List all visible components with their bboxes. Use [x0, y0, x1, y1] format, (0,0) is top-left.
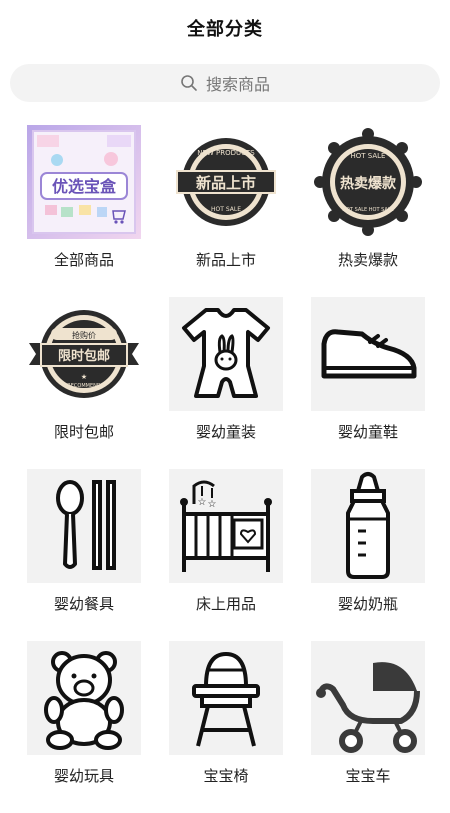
category-baby-toys[interactable]: 婴幼玩具 [13, 641, 155, 813]
preferred-treasure-box-image: 优选宝盒 [27, 125, 141, 239]
category-stroller[interactable]: 宝宝车 [297, 641, 439, 813]
category-baby-tableware[interactable]: 婴幼餐具 [13, 469, 155, 641]
hot-sale-badge-icon: HOT SALE 热卖爆款 HOT SALE HOT SALE [314, 128, 422, 236]
svg-text:☆: ☆ [208, 499, 217, 510]
category-tile[interactable] [311, 641, 425, 755]
category-label: 婴幼童装 [195, 423, 256, 441]
svg-text:热卖爆款: 热卖爆款 [340, 175, 397, 192]
new-products-badge-icon: NEW PRODUCTS 新品上市 HOT SALE [176, 138, 276, 226]
baby-bottle-icon [346, 472, 390, 579]
category-tile[interactable]: HOT SALE 热卖爆款 HOT SALE HOT SALE [311, 125, 425, 239]
svg-text:☆: ☆ [198, 497, 207, 508]
category-baby-shoes[interactable]: 婴幼童鞋 [297, 297, 439, 469]
svg-text:NEW PRODUCTS: NEW PRODUCTS [197, 149, 255, 157]
header: 全部分类 [0, 0, 450, 56]
category-tile[interactable] [311, 297, 425, 411]
category-label: 婴幼童鞋 [337, 423, 398, 441]
category-new-arrivals[interactable]: NEW PRODUCTS 新品上市 HOT SALE 新品上市 [155, 125, 297, 297]
category-tile[interactable] [311, 469, 425, 583]
category-label: 宝宝椅 [203, 767, 249, 785]
high-chair-icon [192, 652, 260, 747]
baby-romper-icon [182, 308, 270, 398]
category-free-shipping[interactable]: 抢购价 限时包邮 ★ RECOMMEND 限时包邮 [13, 297, 155, 469]
stroller-icon [316, 662, 420, 753]
category-tile[interactable] [27, 469, 141, 583]
category-grid: 优选宝盒 全部商品 NEW PRODUCTS 新品上市 HOT SALE 新品上… [0, 125, 450, 813]
svg-text:新品上市: 新品上市 [196, 174, 256, 192]
baby-shoe-icon [321, 329, 417, 379]
teddy-bear-icon [44, 651, 124, 750]
category-tile[interactable] [169, 641, 283, 755]
svg-text:优选宝盒: 优选宝盒 [52, 177, 117, 196]
svg-text:HOT SALE: HOT SALE [211, 206, 241, 213]
crib-icon: ☆ ☆ [180, 480, 272, 572]
search-icon [180, 74, 198, 92]
category-label: 限时包邮 [53, 423, 114, 441]
svg-text:RECOMMEND: RECOMMEND [67, 383, 101, 389]
page-title: 全部分类 [187, 19, 263, 40]
free-shipping-badge-icon: 抢购价 限时包邮 ★ RECOMMEND [29, 310, 139, 398]
category-hot-sale[interactable]: HOT SALE 热卖爆款 HOT SALE HOT SALE 热卖爆款 [297, 125, 439, 297]
svg-text:★: ★ [81, 373, 87, 381]
svg-text:限时包邮: 限时包邮 [58, 348, 110, 364]
svg-text:HOT SALE HOT SALE: HOT SALE HOT SALE [342, 207, 394, 213]
category-label: 热卖爆款 [337, 251, 398, 269]
svg-text:抢购价: 抢购价 [72, 330, 96, 340]
category-baby-chair[interactable]: 宝宝椅 [155, 641, 297, 813]
spoon-chopsticks-icon [56, 480, 116, 570]
category-label: 全部商品 [53, 251, 114, 269]
category-label: 婴幼玩具 [53, 767, 114, 785]
category-baby-clothing[interactable]: 婴幼童装 [155, 297, 297, 469]
search-bar-wrapper: 搜索商品 [0, 56, 450, 102]
category-baby-bottles[interactable]: 婴幼奶瓶 [297, 469, 439, 641]
search-input[interactable]: 搜索商品 [206, 71, 270, 95]
category-label: 床上用品 [195, 595, 256, 613]
category-tile[interactable] [27, 641, 141, 755]
category-label: 婴幼餐具 [53, 595, 114, 613]
category-tile[interactable]: ☆ ☆ [169, 469, 283, 583]
category-tile[interactable] [169, 297, 283, 411]
category-all-products[interactable]: 优选宝盒 全部商品 [13, 125, 155, 297]
category-label: 宝宝车 [345, 767, 391, 785]
category-tile[interactable]: NEW PRODUCTS 新品上市 HOT SALE [169, 125, 283, 239]
category-bedding[interactable]: ☆ ☆ 床上用品 [155, 469, 297, 641]
category-label: 新品上市 [195, 251, 256, 269]
category-tile[interactable]: 优选宝盒 [27, 125, 141, 239]
search-bar[interactable]: 搜索商品 [10, 64, 440, 102]
category-tile[interactable]: 抢购价 限时包邮 ★ RECOMMEND [27, 297, 141, 411]
svg-text:HOT SALE: HOT SALE [351, 152, 386, 160]
category-label: 婴幼奶瓶 [337, 595, 398, 613]
